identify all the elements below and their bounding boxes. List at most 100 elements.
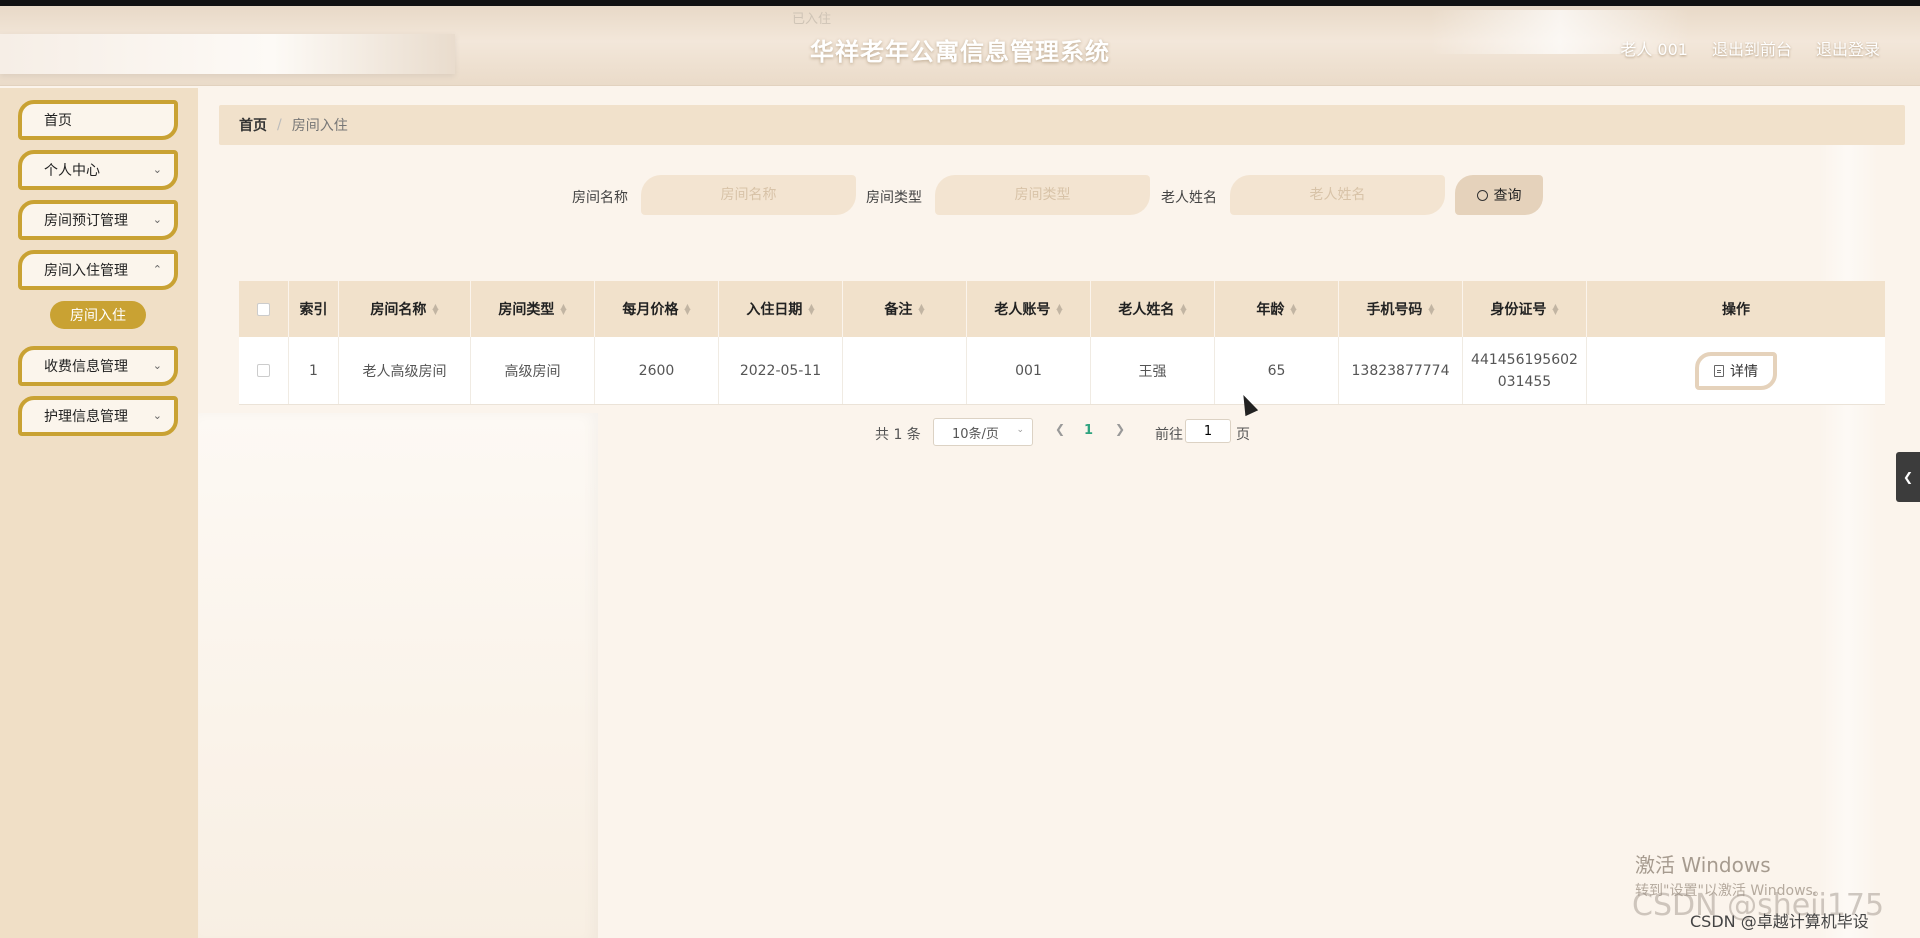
- header-id-number[interactable]: 身份证号 ▲ ▼: [1463, 281, 1587, 337]
- search-bar: 房间名称 房间类型 老人姓名 查询: [198, 175, 1920, 217]
- back-to-front-link[interactable]: 退出到前台: [1712, 36, 1792, 60]
- sidebar-subitem-label: 房间入住: [70, 308, 126, 324]
- table-row: 1 老人高级房间 高级房间 2600 2022-05-11 001 王强 65 …: [239, 337, 1885, 405]
- elder-name-label: 老人姓名: [1161, 190, 1217, 206]
- cell-room-type: 高级房间: [471, 337, 595, 404]
- header-label: 入住日期: [746, 302, 803, 318]
- sidebar-item-label: 个人中心: [44, 163, 100, 179]
- sidebar-item-label: 首页: [44, 113, 72, 129]
- header-label: 索引: [299, 302, 328, 318]
- header-actions: 操作: [1587, 281, 1885, 337]
- room-type-label: 房间类型: [866, 190, 922, 206]
- header-label: 操作: [1722, 302, 1750, 318]
- sort-icon[interactable]: ▲ ▼: [918, 303, 924, 316]
- next-page-icon[interactable]: ❯: [1115, 422, 1125, 436]
- sidebar-item-label: 护理信息管理: [44, 409, 128, 425]
- document-icon: [1714, 364, 1724, 377]
- cell-note: [843, 337, 967, 404]
- cell-room-name: 老人高级房间: [339, 337, 471, 404]
- header-label: 年龄: [1256, 302, 1285, 318]
- room-name-label: 房间名称: [572, 190, 628, 206]
- breadcrumb: 首页 / 房间入住: [219, 105, 1905, 145]
- sort-icon[interactable]: ▲ ▼: [1428, 303, 1434, 316]
- header-checkin-date[interactable]: 入住日期 ▲ ▼: [719, 281, 843, 337]
- header-monthly-price[interactable]: 每月价格 ▲ ▼: [595, 281, 719, 337]
- header-label: 身份证号: [1490, 302, 1547, 318]
- id-number-line1: 441456195602: [1471, 351, 1578, 368]
- elder-name-input[interactable]: [1230, 175, 1445, 215]
- query-button[interactable]: 查询: [1455, 175, 1543, 215]
- header-age[interactable]: 年龄 ▲ ▼: [1215, 281, 1339, 337]
- row-select-cell: [239, 337, 289, 404]
- watermark-line1: 激活 Windows: [1635, 853, 1771, 877]
- header-note[interactable]: 备注 ▲ ▼: [843, 281, 967, 337]
- search-icon: [1476, 189, 1488, 201]
- cell-actions: 详情: [1587, 337, 1885, 404]
- chevron-left-icon: ❮: [1902, 470, 1914, 484]
- header-room-type[interactable]: 房间类型 ▲ ▼: [471, 281, 595, 337]
- sidebar: 首页 个人中心 ⌄ 房间预订管理 ⌄ 房间入住管理 ⌃ 房间入住 收费信息管理 …: [0, 88, 198, 938]
- goto-page-input[interactable]: [1185, 419, 1231, 443]
- chevron-down-icon: ⌄: [152, 409, 162, 422]
- select-all-cell: [239, 281, 289, 337]
- header-elder-name[interactable]: 老人姓名 ▲ ▼: [1091, 281, 1215, 337]
- query-button-label: 查询: [1493, 188, 1522, 204]
- detail-button[interactable]: 详情: [1695, 351, 1777, 390]
- page-number[interactable]: 1: [1084, 423, 1093, 438]
- sort-icon[interactable]: ▲ ▼: [1180, 303, 1186, 316]
- sidebar-item-personal-center[interactable]: 个人中心 ⌄: [18, 150, 178, 190]
- breadcrumb-current: 房间入住: [291, 118, 348, 134]
- id-number-line2: 031455: [1497, 373, 1552, 390]
- sidebar-item-home[interactable]: 首页: [18, 100, 178, 140]
- sidebar-item-room-booking[interactable]: 房间预订管理 ⌄: [18, 200, 178, 240]
- sidebar-subitem-room-checkin[interactable]: 房间入住: [50, 301, 146, 329]
- cell-phone: 13823877774: [1339, 337, 1463, 404]
- header-phone[interactable]: 手机号码 ▲ ▼: [1339, 281, 1463, 337]
- chevron-down-icon: ⌄: [152, 163, 162, 176]
- header-index: 索引: [289, 281, 339, 337]
- sidebar-item-nursing-management[interactable]: 护理信息管理 ⌄: [18, 396, 178, 436]
- pagination-total: 共 1 条: [875, 427, 921, 443]
- header-label: 房间名称: [370, 302, 427, 318]
- sort-icon[interactable]: ▲ ▼: [1552, 303, 1558, 316]
- header-elder-account[interactable]: 老人账号 ▲ ▼: [967, 281, 1091, 337]
- page-size-select[interactable]: 10条/页 ⌄: [933, 418, 1033, 446]
- header-label: 老人账号: [994, 302, 1051, 318]
- sidebar-item-checkin-management[interactable]: 房间入住管理 ⌃: [18, 250, 178, 290]
- header-actions: 老人 001 退出到前台 退出登录: [1620, 36, 1880, 60]
- header-room-name[interactable]: 房间名称 ▲ ▼: [339, 281, 471, 337]
- sort-icon[interactable]: ▲ ▼: [808, 303, 814, 316]
- room-type-input[interactable]: [935, 175, 1150, 215]
- chevron-down-icon: ⌄: [152, 213, 162, 226]
- select-all-checkbox[interactable]: [257, 302, 270, 316]
- main-content: 首页 / 房间入住 房间名称 房间类型 老人姓名 查询 索引 房间名称 ▲▼: [198, 88, 1920, 938]
- chevron-down-icon: ⌄: [152, 359, 162, 372]
- logout-link[interactable]: 退出登录: [1816, 36, 1880, 60]
- room-name-input[interactable]: [641, 175, 856, 215]
- csdn-author-watermark: CSDN @卓越计算机毕设: [1690, 912, 1869, 931]
- sidebar-item-label: 收费信息管理: [44, 359, 128, 375]
- header-label: 老人姓名: [1118, 302, 1175, 318]
- cell-monthly-price: 2600: [595, 337, 719, 404]
- cell-elder-account: 001: [967, 337, 1091, 404]
- page-unit-label: 页: [1236, 427, 1250, 443]
- sidebar-item-label: 房间入住管理: [44, 263, 128, 279]
- sort-icon[interactable]: ▲ ▼: [1056, 303, 1062, 316]
- table-header: 索引 房间名称 ▲ ▼ 房间类型 ▲ ▼ 每月价格 ▲ ▼ 入住日期 ▲ ▼ 备注 ▲ ▼: [239, 281, 1885, 337]
- background-panel: [198, 413, 598, 938]
- page-size-value: 10条/页: [952, 426, 999, 442]
- sort-icon[interactable]: ▲ ▼: [432, 303, 438, 316]
- cell-index: 1: [289, 337, 339, 404]
- sidebar-item-fee-management[interactable]: 收费信息管理 ⌄: [18, 346, 178, 386]
- sort-icon[interactable]: ▲ ▼: [1290, 303, 1296, 316]
- breadcrumb-home[interactable]: 首页: [239, 115, 267, 135]
- collapse-panel-button[interactable]: ❮: [1896, 452, 1920, 502]
- header-label: 手机号码: [1366, 302, 1423, 318]
- background-highlight: [1818, 128, 1878, 938]
- cell-elder-name: 王强: [1091, 337, 1215, 404]
- header-label: 房间类型: [498, 302, 555, 318]
- sort-icon[interactable]: ▲ ▼: [684, 303, 690, 316]
- sort-icon[interactable]: ▲ ▼: [560, 303, 566, 316]
- row-checkbox[interactable]: [257, 364, 270, 377]
- prev-page-icon[interactable]: ❮: [1055, 422, 1065, 436]
